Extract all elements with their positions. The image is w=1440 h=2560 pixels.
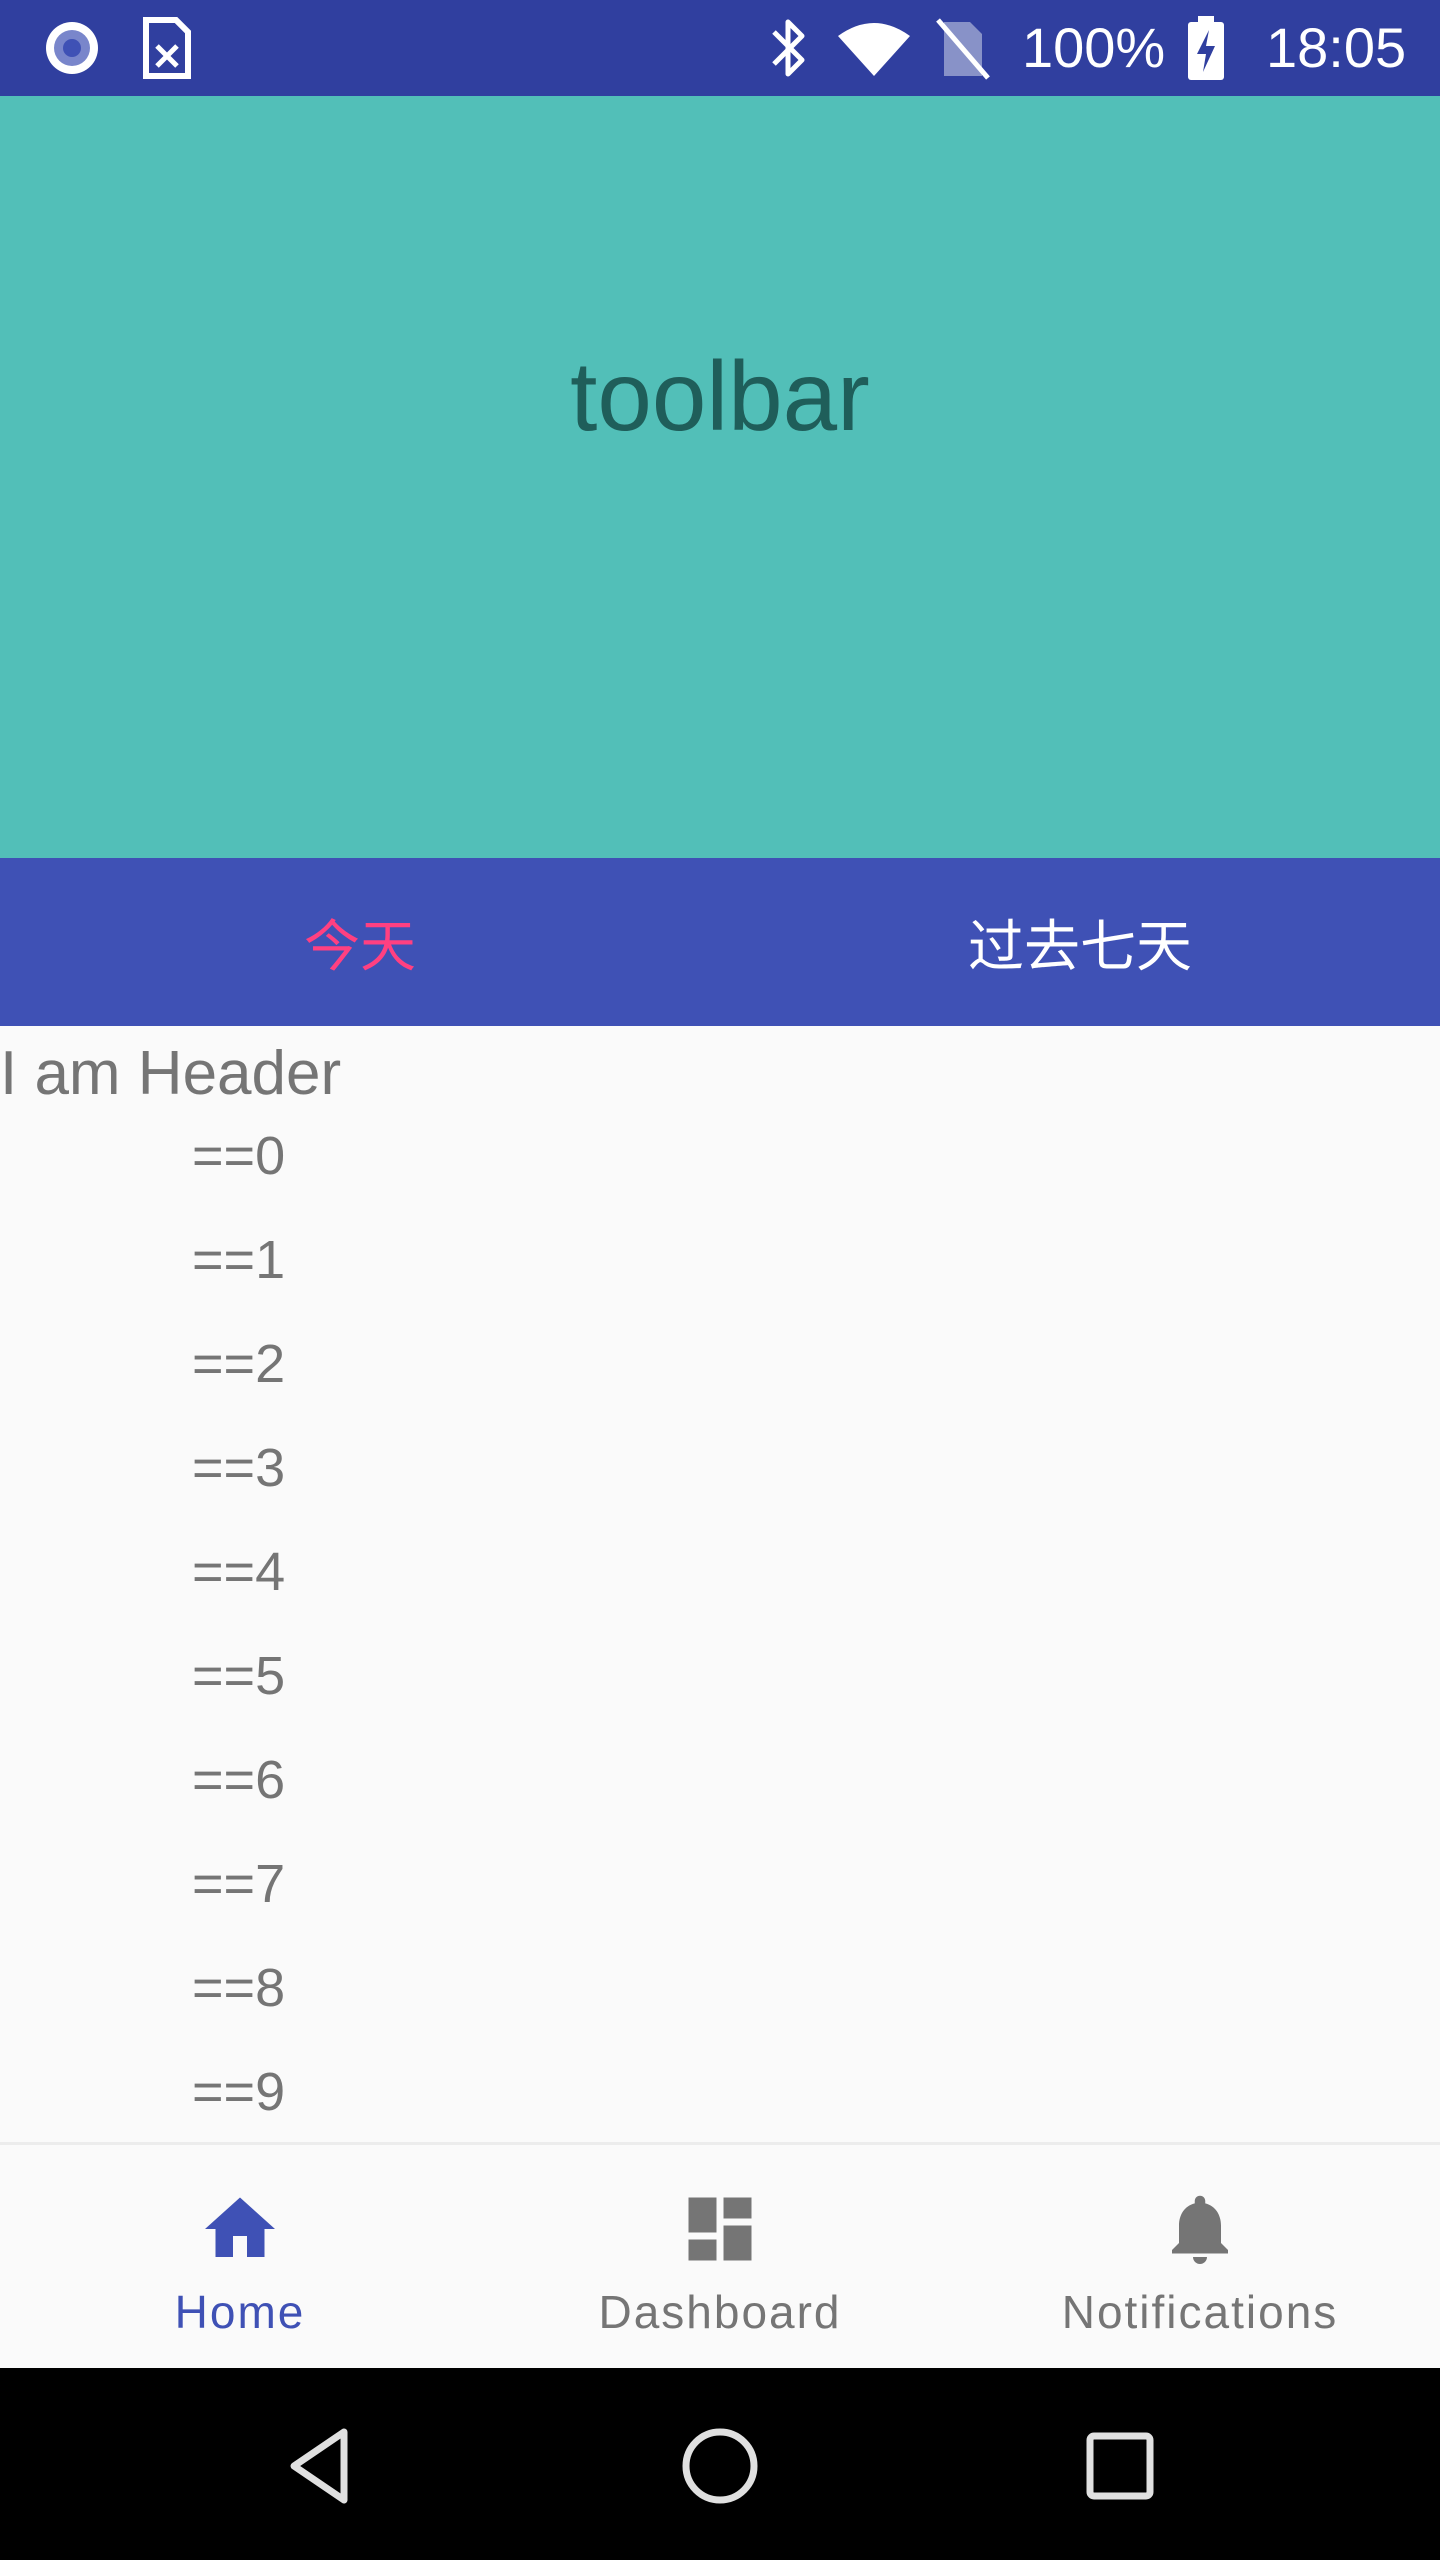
list-item[interactable]: ==1	[192, 1228, 285, 1292]
toolbar-title: toolbar	[570, 341, 870, 451]
list-item[interactable]: ==7	[192, 1852, 285, 1916]
nav-home-label: Home	[174, 2286, 306, 2338]
notification-circle-icon	[46, 22, 98, 74]
nav-notifications[interactable]: Notifications	[960, 2145, 1440, 2371]
list-item[interactable]: ==9	[192, 2060, 285, 2124]
dashboard-icon	[688, 2197, 752, 2261]
bell-icon	[1172, 2195, 1228, 2264]
nav-dashboard[interactable]: Dashboard	[480, 2145, 960, 2371]
system-navigation-bar	[0, 2368, 1440, 2560]
sim-card-icon	[143, 17, 191, 79]
nav-notifications-label: Notifications	[1061, 2286, 1339, 2338]
list-item[interactable]: ==2	[192, 1332, 285, 1396]
wifi-icon	[838, 23, 910, 76]
list-item[interactable]: ==6	[192, 1748, 285, 1812]
battery-charging-icon	[1188, 16, 1224, 80]
toolbar: toolbar	[0, 96, 1440, 858]
recents-square-icon[interactable]	[1078, 2424, 1162, 2508]
clock-text: 18:05	[1266, 16, 1407, 79]
list-item[interactable]: ==3	[192, 1436, 285, 1500]
back-icon[interactable]	[278, 2424, 362, 2508]
list-item[interactable]: ==5	[192, 1644, 285, 1708]
status-bar: 100% 18:05	[0, 0, 1440, 96]
list-header: I am Header	[0, 1039, 342, 1108]
content-list[interactable]: I am Header ==0 ==1 ==2 ==3 ==4 ==5 ==6 …	[0, 1026, 1440, 2142]
home-circle-icon[interactable]	[678, 2424, 762, 2508]
nav-home[interactable]: Home	[0, 2145, 480, 2371]
bottom-navigation: Home Dashboard Notifications	[0, 2142, 1440, 2371]
tab-today[interactable]: 今天	[0, 858, 720, 1026]
nav-dashboard-label: Dashboard	[598, 2286, 842, 2338]
app-screen: 100% 18:05 toolbar 今天 过去七天 I am Header =…	[0, 0, 1440, 2560]
tab-past-seven-days[interactable]: 过去七天	[720, 858, 1440, 1026]
list-item[interactable]: ==4	[192, 1540, 285, 1604]
list-item[interactable]: ==0	[192, 1124, 285, 1188]
bluetooth-icon	[772, 19, 805, 77]
battery-percent-text: 100%	[1022, 16, 1166, 79]
tab-bar: 今天 过去七天	[0, 858, 1440, 1026]
list-item[interactable]: ==8	[192, 1956, 285, 2020]
no-sim-icon	[936, 18, 990, 80]
home-icon	[205, 2197, 275, 2257]
